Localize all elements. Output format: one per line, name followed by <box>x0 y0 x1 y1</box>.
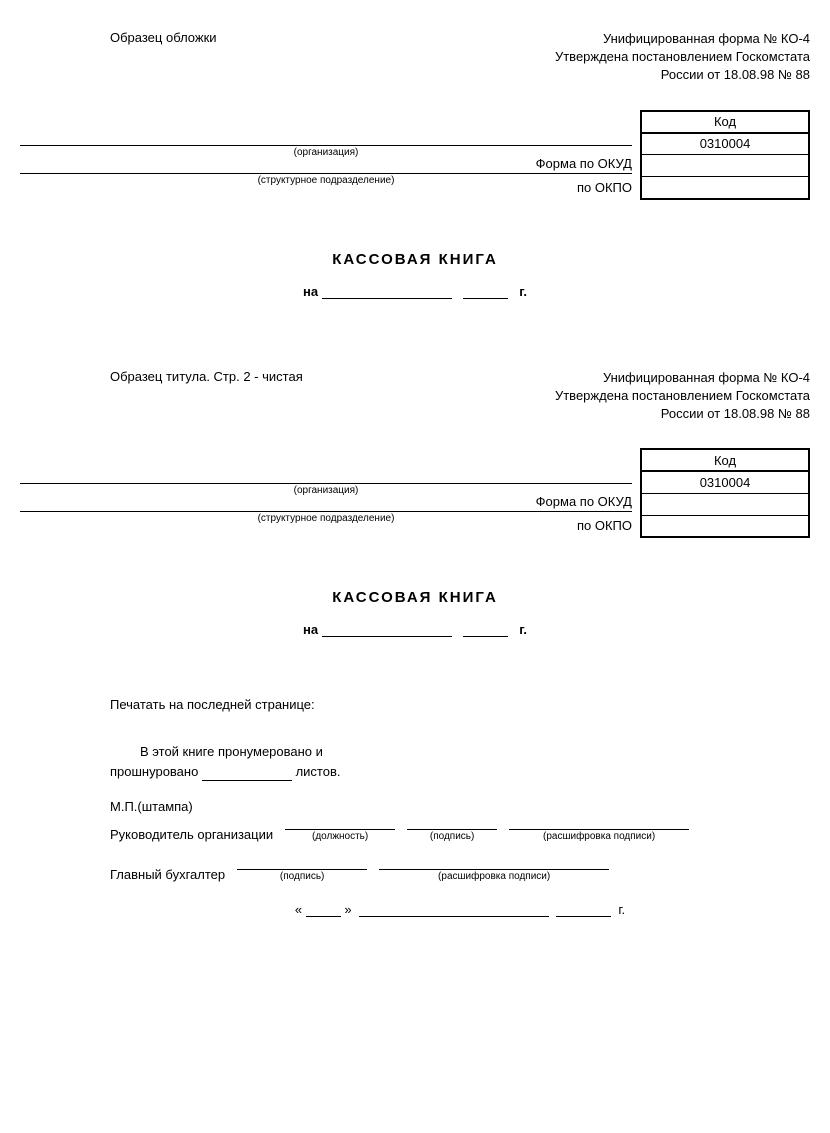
code-header: Код <box>641 111 809 133</box>
sheets-count-blank[interactable] <box>202 780 292 781</box>
period-blank-2b[interactable] <box>463 636 508 637</box>
year-suffix: г. <box>519 284 527 299</box>
decipher-caption: (расшифровка подписи) <box>509 831 689 842</box>
date-day-blank[interactable] <box>306 916 341 917</box>
quote-close: » <box>344 902 351 917</box>
laced-stmt: прошнуровано <box>110 764 198 779</box>
cash-book-title-2: КАССОВАЯ КНИГА <box>20 589 810 606</box>
date-month-blank[interactable] <box>359 916 549 917</box>
sheets-word: листов. <box>296 764 341 779</box>
signature-caption: (подпись) <box>407 831 497 842</box>
extra-code-cell-2[interactable] <box>641 515 809 537</box>
approved-line-2: Утверждена постановлением Госкомстата <box>555 387 810 405</box>
period-blank-1b[interactable] <box>322 636 452 637</box>
approved-line: Утверждена постановлением Госкомстата <box>555 48 810 66</box>
mp-stamp-label: М.П.(штампа) <box>110 799 810 814</box>
okpo-value[interactable] <box>641 155 809 177</box>
date-year-blank[interactable] <box>556 916 611 917</box>
code-table: Код 0310004 <box>640 110 810 200</box>
leader-position-blank[interactable] <box>285 816 395 830</box>
decipher-caption-2: (расшифровка подписи) <box>379 871 609 882</box>
leader-decipher-blank[interactable] <box>509 816 689 830</box>
print-last-page-heading: Печатать на последней странице: <box>110 697 810 712</box>
title-sample-label: Образец титула. Стр. 2 - чистая <box>20 369 303 384</box>
russia-date-line: России от 18.08.98 № 88 <box>555 66 810 84</box>
final-year-suffix: г. <box>618 902 625 917</box>
code-table-2: Код 0310004 <box>640 448 810 538</box>
na-label-2: на <box>303 622 318 637</box>
extra-code-cell[interactable] <box>641 177 809 199</box>
signature-caption-2: (подпись) <box>237 871 367 882</box>
quote-open: « <box>295 902 302 917</box>
leader-signature-blank[interactable] <box>407 816 497 830</box>
cover-sample-label: Образец обложки <box>20 30 217 45</box>
numbered-stmt-1: В этой книге пронумеровано и <box>140 744 323 759</box>
na-label: на <box>303 284 318 299</box>
leader-label: Руководитель организации <box>110 827 273 842</box>
accountant-label: Главный бухгалтер <box>110 867 225 882</box>
position-caption: (должность) <box>285 831 395 842</box>
okud-value-2: 0310004 <box>641 471 809 493</box>
period-blank-2[interactable] <box>463 298 508 299</box>
okud-value: 0310004 <box>641 133 809 155</box>
code-header-2: Код <box>641 449 809 471</box>
accountant-decipher-blank[interactable] <box>379 856 609 870</box>
year-suffix-2: г. <box>519 622 527 637</box>
cash-book-title: КАССОВАЯ КНИГА <box>20 251 810 268</box>
okpo-value-2[interactable] <box>641 493 809 515</box>
form-number-line-2: Унифицированная форма № КО-4 <box>555 369 810 387</box>
period-blank-1[interactable] <box>322 298 452 299</box>
russia-date-line-2: России от 18.08.98 № 88 <box>555 405 810 423</box>
form-number-line: Унифицированная форма № КО-4 <box>555 30 810 48</box>
accountant-signature-blank[interactable] <box>237 856 367 870</box>
